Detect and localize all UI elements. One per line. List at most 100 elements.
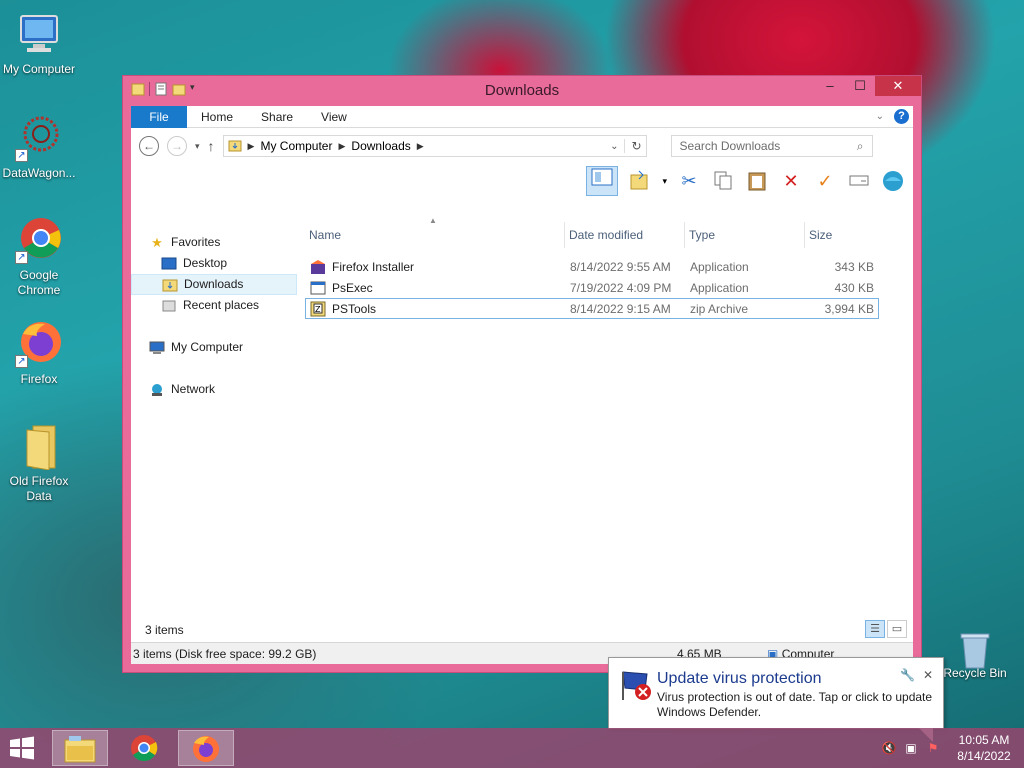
column-type[interactable]: Type — [685, 222, 805, 248]
file-date: 8/14/2022 9:15 AM — [570, 301, 671, 316]
nav-my-computer[interactable]: My Computer — [131, 337, 297, 358]
desktop-icon-my-computer[interactable]: My Computer — [0, 10, 78, 77]
tab-home[interactable]: Home — [187, 110, 247, 124]
tab-file[interactable]: File — [131, 105, 187, 128]
system-tray: 🔇 ▣ ⚑ 10:05 AM 8/14/2022 — [878, 728, 1024, 768]
recent-locations-icon[interactable]: ▾ — [195, 141, 200, 152]
forward-button[interactable]: → — [167, 136, 187, 156]
file-type: Application — [690, 280, 749, 295]
notification-balloon[interactable]: Update virus protection Virus protection… — [608, 657, 944, 742]
recent-places-icon — [161, 299, 177, 313]
column-date-modified[interactable]: Date modified — [565, 222, 685, 248]
help-icon[interactable]: ? — [894, 109, 909, 124]
delete-icon[interactable]: ✕ — [779, 169, 803, 193]
expand-ribbon-icon[interactable]: ⌄ — [876, 111, 884, 122]
search-icon: ⌕ — [856, 138, 864, 153]
file-name: PSTools — [332, 301, 377, 316]
action-center-warning-icon[interactable]: ⚑ — [922, 741, 944, 755]
column-name[interactable]: Name — [305, 222, 565, 248]
column-size[interactable]: Size — [805, 222, 877, 248]
volume-muted-icon[interactable]: 🔇 — [878, 741, 900, 755]
window-title: Downloads — [484, 82, 560, 99]
file-row[interactable]: Z PSTools 8/14/2022 9:15 AM zip Archive … — [305, 298, 879, 319]
up-button[interactable]: ↑ — [208, 138, 215, 154]
chevron-right-icon[interactable]: ▶ — [338, 141, 345, 152]
file-size: 343 KB — [834, 259, 874, 274]
breadcrumb-my-computer[interactable]: My Computer — [260, 139, 332, 153]
dropdown-icon[interactable]: ▾ — [662, 176, 667, 187]
search-input[interactable]: Search Downloads ⌕ — [670, 135, 873, 157]
clock-date: 8/14/2022 — [957, 749, 1011, 763]
network-icon[interactable]: ▣ — [900, 741, 922, 755]
tab-view[interactable]: View — [307, 110, 361, 124]
taskbar-firefox[interactable] — [178, 730, 234, 766]
item-count: 3 items — [145, 623, 184, 637]
star-icon: ★ — [151, 234, 163, 250]
file-row[interactable]: PsExec 7/19/2022 4:09 PM Application 430… — [305, 277, 879, 298]
file-name: PsExec — [332, 280, 373, 295]
folder-icon — [228, 138, 242, 155]
close-button[interactable]: ✕ — [875, 76, 921, 96]
nav-downloads[interactable]: Downloads — [131, 274, 297, 295]
back-button[interactable]: ← — [139, 136, 159, 156]
nav-recent-places[interactable]: Recent places — [131, 295, 297, 316]
address-dropdown-icon[interactable]: ⌄ — [610, 141, 618, 152]
tab-share[interactable]: Share — [247, 110, 307, 124]
computer-icon — [15, 10, 63, 58]
start-button[interactable] — [8, 736, 36, 760]
desktop-icon-firefox[interactable]: ↗ Firefox — [0, 320, 78, 387]
maximize-button[interactable]: ☐ — [845, 76, 875, 96]
minimize-button[interactable]: – — [815, 76, 845, 96]
taskbar-chrome[interactable] — [116, 730, 172, 766]
command-toolbar: ▾ ✂ ✕ ✓ — [131, 164, 913, 198]
navigation-pane: ★ Favorites Desktop Downloads Recent pla… — [131, 222, 297, 618]
rename-icon[interactable] — [847, 169, 871, 193]
zip-archive-icon: Z — [310, 301, 326, 317]
properties-check-icon[interactable]: ✓ — [813, 169, 837, 193]
refresh-icon[interactable]: ↻ — [624, 139, 642, 153]
desktop-icon-old-firefox-data[interactable]: Old Firefox Data — [0, 422, 78, 504]
preview-pane-button[interactable] — [586, 166, 619, 196]
nav-favorites[interactable]: ★ Favorites — [131, 232, 297, 253]
shortcut-arrow-icon: ↗ — [15, 355, 28, 368]
taskbar-file-explorer[interactable] — [52, 730, 108, 766]
nav-network[interactable]: Network — [131, 379, 297, 400]
chevron-right-icon: ▶ — [247, 140, 255, 151]
desktop-icon-label: Firefox — [20, 372, 58, 386]
file-type: zip Archive — [690, 301, 749, 316]
chevron-right-icon[interactable]: ▶ — [417, 141, 424, 152]
desktop-icon-datawagon[interactable]: ↗ DataWagon... — [0, 114, 78, 181]
desktop-icon-label: Google Chrome — [17, 268, 61, 297]
desktop-icon — [161, 257, 177, 271]
nav-desktop[interactable]: Desktop — [131, 253, 297, 274]
copy-icon[interactable] — [711, 169, 735, 193]
nav-label: Desktop — [183, 256, 228, 270]
firefox-icon: ↗ — [15, 320, 63, 368]
paste-icon[interactable] — [745, 169, 769, 193]
move-to-icon[interactable] — [628, 169, 652, 193]
file-date: 7/19/2022 4:09 PM — [570, 280, 672, 295]
details-view-button[interactable]: ☰ — [865, 620, 885, 638]
breadcrumb-downloads[interactable]: Downloads — [351, 139, 410, 153]
title-bar[interactable]: ▾ Downloads – ☐ ✕ — [123, 76, 921, 104]
file-row[interactable]: Firefox Installer 8/14/2022 9:55 AM Appl… — [305, 256, 879, 277]
desktop-icon-recycle-bin[interactable]: Recycle Bin — [936, 630, 1014, 681]
notification-message: Virus protection is out of date. Tap or … — [657, 690, 933, 719]
downloads-folder-icon — [162, 278, 178, 292]
settings-wrench-icon[interactable]: 🔧 — [900, 668, 915, 682]
datawagon-icon: ↗ — [15, 114, 63, 162]
close-notification-button[interactable]: ✕ — [923, 668, 933, 682]
navigation-bar: ← → ▾ ↑ ▶ My Computer ▶ Downloads ▶ ⌄ ↻ … — [131, 128, 913, 164]
nav-label: Favorites — [171, 235, 221, 249]
address-bar[interactable]: ▶ My Computer ▶ Downloads ▶ ⌄ ↻ — [222, 135, 647, 157]
clock[interactable]: 10:05 AM 8/14/2022 — [944, 732, 1024, 764]
firefox-icon — [193, 736, 219, 762]
large-icons-view-button[interactable]: ▭ — [887, 620, 907, 638]
cut-icon[interactable]: ✂ — [677, 169, 701, 193]
column-headers: ▲ Name Date modified Type Size — [305, 216, 913, 248]
open-icon[interactable] — [881, 169, 905, 193]
search-placeholder: Search Downloads — [679, 139, 781, 153]
nav-label: My Computer — [171, 340, 244, 354]
desktop-icon-google-chrome[interactable]: ↗ Google Chrome — [0, 216, 78, 298]
file-date: 8/14/2022 9:55 AM — [570, 259, 671, 274]
